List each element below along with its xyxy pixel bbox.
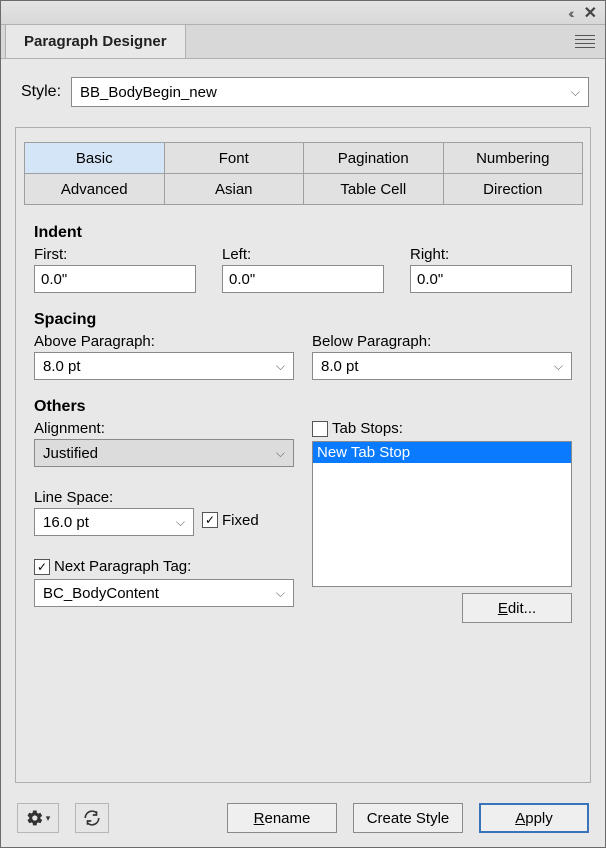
- paragraph-designer-window: ‹‹ ✕ Paragraph Designer Style: BB_BodyBe…: [0, 0, 606, 848]
- tab-table-cell[interactable]: Table Cell: [303, 173, 444, 205]
- list-item[interactable]: New Tab Stop: [313, 442, 571, 463]
- next-tag-label: Next Paragraph Tag:: [54, 558, 191, 575]
- style-row: Style: BB_BodyBegin_new ⌵: [1, 59, 605, 121]
- indent-title: Indent: [34, 224, 572, 242]
- collapse-chevrons-icon[interactable]: ‹‹: [568, 5, 571, 21]
- spacing-title: Spacing: [34, 311, 572, 329]
- tab-stops-listbox[interactable]: New Tab Stop: [312, 441, 572, 587]
- tab-stops-checkbox[interactable]: [312, 421, 328, 437]
- tab-label: Paragraph Designer: [24, 33, 167, 50]
- line-space-label: Line Space:: [34, 489, 294, 506]
- chevron-down-icon: ⌵: [276, 359, 285, 374]
- line-space-combo[interactable]: 16.0 pt ⌵: [34, 508, 194, 536]
- fixed-checkbox[interactable]: ✓: [202, 512, 218, 528]
- indent-row: First: 0.0" Left: 0.0" Right: 0.0": [34, 246, 572, 293]
- refresh-button[interactable]: [75, 803, 109, 833]
- spacing-below-label: Below Paragraph:: [312, 333, 572, 350]
- tab-numbering[interactable]: Numbering: [443, 142, 584, 174]
- content-frame: Basic Font Pagination Numbering Advanced…: [15, 127, 591, 783]
- next-tag-checkbox-row[interactable]: ✓ Next Paragraph Tag:: [34, 558, 294, 575]
- indent-first-input[interactable]: 0.0": [34, 265, 196, 293]
- alignment-label: Alignment:: [34, 420, 294, 437]
- next-tag-checkbox[interactable]: ✓: [34, 559, 50, 575]
- tab-basic[interactable]: Basic: [24, 142, 165, 174]
- indent-right-input[interactable]: 0.0": [410, 265, 572, 293]
- fixed-label: Fixed: [222, 512, 259, 529]
- indent-left-input[interactable]: 0.0": [222, 265, 384, 293]
- gear-icon: [26, 809, 44, 827]
- titlebar: ‹‹ ✕: [1, 1, 605, 25]
- spacing-row: Above Paragraph: 8.0 pt ⌵ Below Paragrap…: [34, 333, 572, 380]
- indent-right-label: Right:: [410, 246, 572, 263]
- apply-button[interactable]: Apply: [479, 803, 589, 833]
- alignment-combo[interactable]: Justified ⌵: [34, 439, 294, 467]
- chevron-down-icon: ⌵: [276, 446, 285, 461]
- footer: ▾ Rename Create Style Apply: [1, 793, 605, 847]
- spacing-below-combo[interactable]: 8.0 pt ⌵: [312, 352, 572, 380]
- tab-font[interactable]: Font: [164, 142, 305, 174]
- tab-stops-label: Tab Stops:: [332, 420, 403, 437]
- others-row: Alignment: Justified ⌵ Line Space: 16.0 …: [34, 420, 572, 623]
- next-tag-combo[interactable]: BC_BodyContent ⌵: [34, 579, 294, 607]
- others-title: Others: [34, 398, 572, 416]
- tab-paragraph-designer[interactable]: Paragraph Designer: [5, 24, 186, 58]
- gear-menu-button[interactable]: ▾: [17, 803, 59, 833]
- chevron-down-icon: ⌵: [276, 586, 285, 601]
- spacing-above-label: Above Paragraph:: [34, 333, 294, 350]
- chevron-down-icon: ⌵: [554, 359, 563, 374]
- panel-basic: Indent First: 0.0" Left: 0.0" Right: 0.0…: [16, 204, 590, 782]
- tab-stops-checkbox-row[interactable]: Tab Stops:: [312, 420, 572, 437]
- tab-asian[interactable]: Asian: [164, 173, 305, 205]
- panel-menu-icon[interactable]: [575, 32, 595, 51]
- fixed-checkbox-row[interactable]: ✓ Fixed: [202, 512, 259, 529]
- spacing-above-combo[interactable]: 8.0 pt ⌵: [34, 352, 294, 380]
- style-select[interactable]: BB_BodyBegin_new ⌵: [71, 77, 589, 107]
- chevron-down-icon: ⌵: [176, 515, 185, 530]
- style-value: BB_BodyBegin_new: [80, 84, 217, 101]
- chevron-down-icon: ⌵: [571, 85, 580, 100]
- tab-advanced[interactable]: Advanced: [24, 173, 165, 205]
- indent-left-label: Left:: [222, 246, 384, 263]
- main-tabbar: Paragraph Designer: [1, 25, 605, 59]
- tab-pagination[interactable]: Pagination: [303, 142, 444, 174]
- close-icon[interactable]: ✕: [584, 3, 597, 23]
- edit-button[interactable]: Edit...: [462, 593, 572, 623]
- subtabs: Basic Font Pagination Numbering Advanced…: [24, 142, 582, 204]
- indent-first-label: First:: [34, 246, 196, 263]
- style-label: Style:: [21, 83, 61, 101]
- create-style-button[interactable]: Create Style: [353, 803, 463, 833]
- rename-button[interactable]: Rename: [227, 803, 337, 833]
- chevron-down-icon: ▾: [46, 813, 51, 824]
- tab-direction[interactable]: Direction: [443, 173, 584, 205]
- refresh-icon: [83, 809, 101, 827]
